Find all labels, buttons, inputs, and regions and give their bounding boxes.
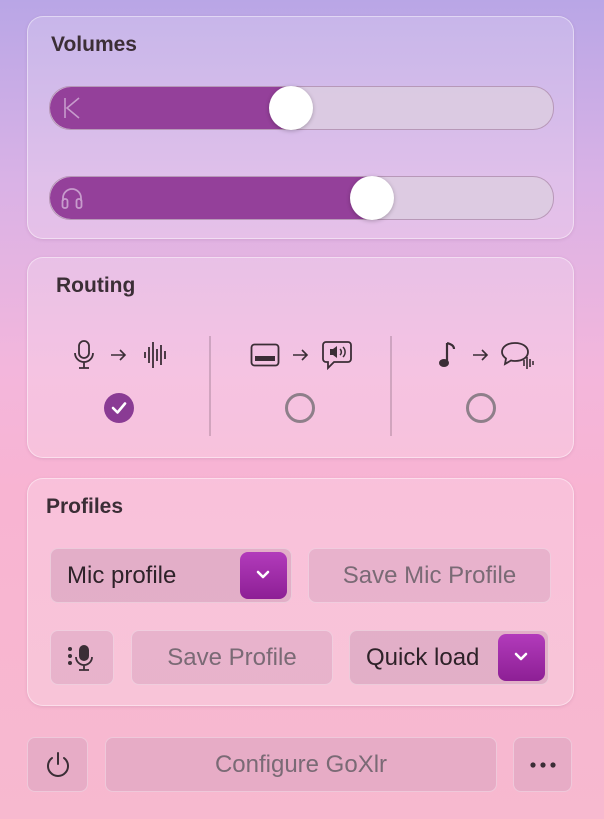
chat-waveform-icon [501,342,534,369]
waveform-icon [144,342,166,368]
volumes-panel: Volumes [27,16,574,239]
checkmark-icon [111,402,127,414]
arrow-right-icon [473,349,489,361]
headphones-icon [61,188,83,209]
music-note-icon [439,341,456,367]
mic-profile-label: Mic profile [67,562,177,589]
chevron-down-icon [256,570,270,579]
mic-settings-button[interactable] [50,630,114,685]
speaker-bubble-icon [322,341,352,370]
microphone-icon [74,340,94,369]
system-volume-slider[interactable] [49,86,554,130]
route-system-to-speaker[interactable] [250,338,360,372]
headphones-volume-knob[interactable] [349,176,394,220]
more-options-button[interactable] [513,737,572,792]
route-music-radio[interactable] [466,393,496,423]
headphones-volume-fill [50,177,372,219]
configure-goxlr-button[interactable]: Configure GoXlr [105,737,497,792]
monitor-icon [250,343,280,367]
route-music-to-chat[interactable] [438,338,548,372]
routing-divider-2 [390,336,392,436]
quick-load-select[interactable]: Quick load [349,630,549,685]
chevron-down-icon [514,652,528,661]
arrow-right-icon [293,349,309,361]
mic-profile-dropdown-button[interactable] [240,552,287,599]
save-profile-button[interactable]: Save Profile [131,630,333,685]
ellipsis-icon [529,761,556,768]
routing-divider-1 [209,336,211,436]
profiles-title: Profiles [46,495,124,518]
route-mic-radio[interactable] [104,393,134,423]
save-mic-profile-button[interactable]: Save Mic Profile [308,548,551,603]
volumes-title: Volumes [51,33,137,56]
power-button[interactable] [27,737,88,792]
mic-dots-icon [68,644,93,671]
system-volume-fill [50,87,292,129]
system-volume-knob[interactable] [269,86,314,130]
route-mic-to-stream[interactable] [73,338,173,372]
quick-load-dropdown-button[interactable] [498,634,545,681]
route-system-radio[interactable] [285,393,315,423]
routing-title: Routing [56,274,136,297]
quick-load-label: Quick load [366,644,480,671]
headphones-volume-slider[interactable] [49,176,554,220]
arrow-right-icon [111,349,127,361]
mic-profile-select[interactable]: Mic profile [50,548,292,603]
power-icon [46,751,69,777]
routing-panel: Routing [27,257,574,458]
k-icon [64,97,80,119]
profiles-panel: Profiles Mic profile Save Mic Profile Sa… [27,478,574,706]
